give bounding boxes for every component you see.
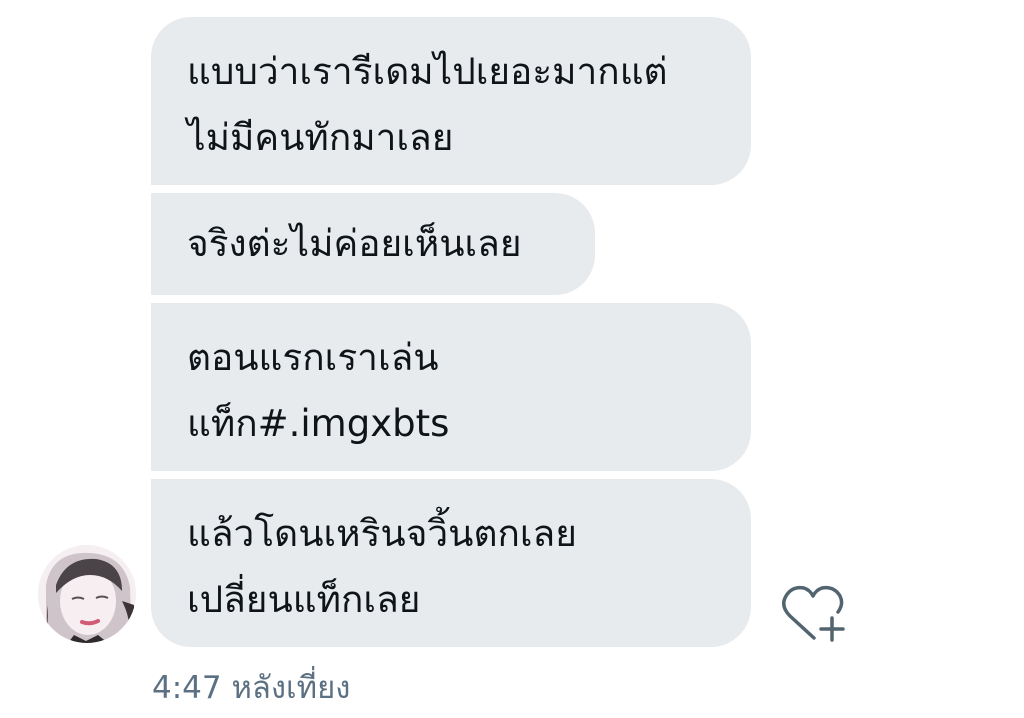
message-bubble[interactable]: แบบว่าเรารีเดมไปเยอะมากแต่ ไม่มีคนทักมาเ…	[151, 17, 751, 185]
message-thread: แบบว่าเรารีเดมไปเยอะมากแต่ ไม่มีคนทักมาเ…	[0, 0, 1024, 718]
heart-plus-icon[interactable]	[778, 584, 848, 644]
message-bubble[interactable]: แล้วโดนเหรินจวิ้นตกเลย เปลี่ยนแท็กเลย	[151, 479, 751, 647]
message-text: จริงต่ะไม่ค่อยเห็นเลย	[187, 222, 522, 265]
message-bubble[interactable]: ตอนแรกเราเล่น แท็ก#.imgxbts	[151, 303, 751, 471]
message-text: เปลี่ยนแท็กเลย	[187, 578, 421, 621]
message-timestamp: 4:47 หลังเที่ยง	[152, 670, 351, 706]
message-bubble[interactable]: จริงต่ะไม่ค่อยเห็นเลย	[151, 193, 595, 295]
message-text: ตอนแรกเราเล่น	[187, 336, 439, 379]
message-text: แบบว่าเรารีเดมไปเยอะมากแต่	[187, 50, 668, 93]
avatar[interactable]	[38, 545, 136, 643]
message-text: แล้วโดนเหรินจวิ้นตกเลย	[187, 512, 577, 555]
avatar-photo	[38, 545, 136, 643]
message-text: แท็ก#.imgxbts	[187, 402, 450, 445]
message-text: ไม่มีคนทักมาเลย	[187, 116, 454, 159]
